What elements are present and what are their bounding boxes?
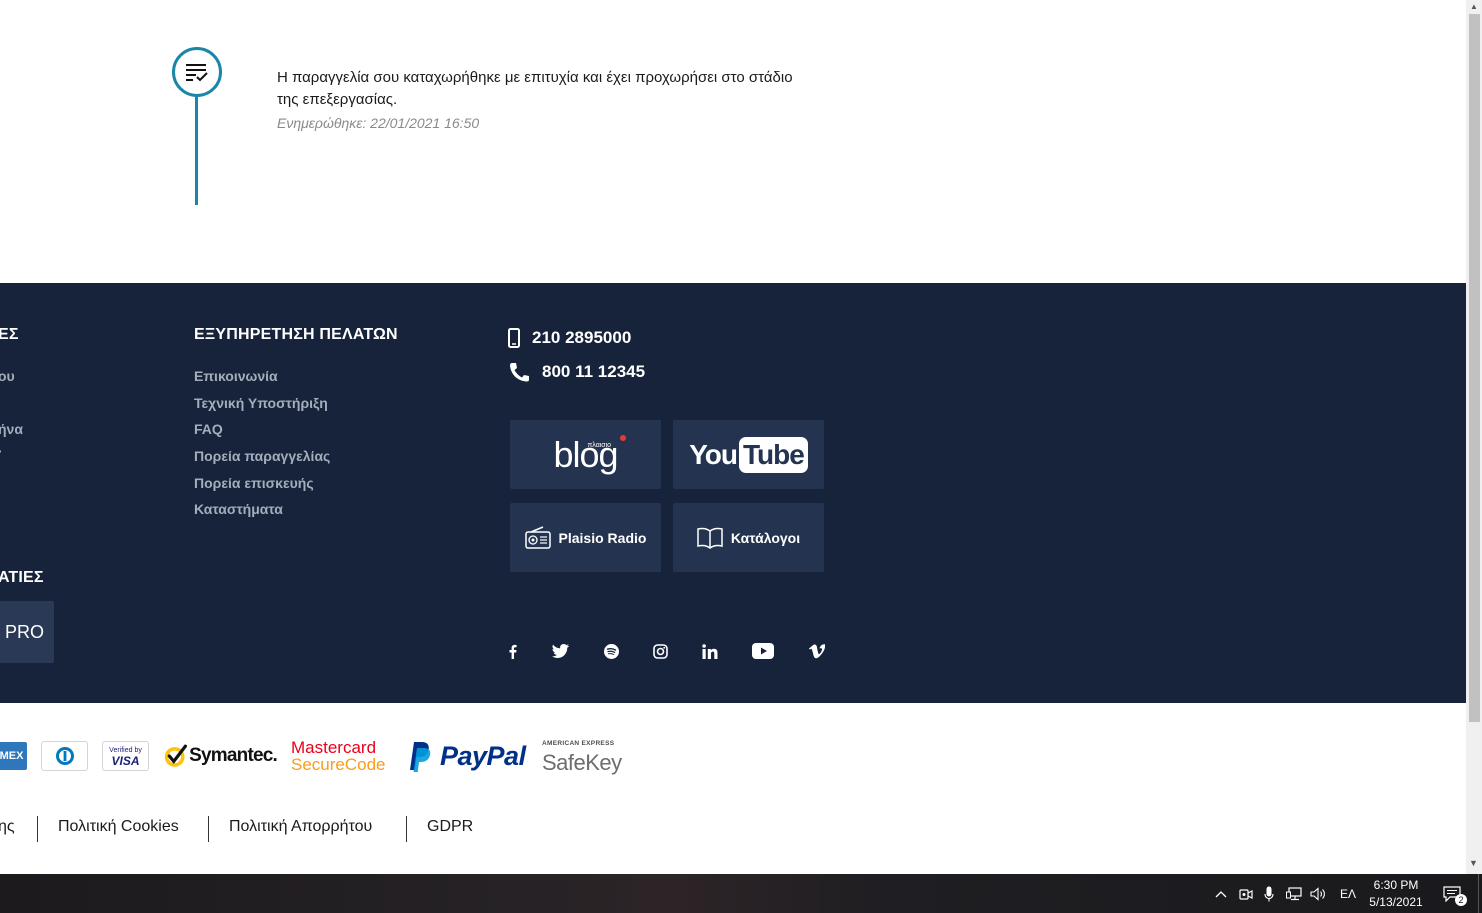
footer-link-repair-tracking[interactable]: Πορεία επισκευής — [194, 475, 314, 491]
plaisio-radio-label: Plaisio Radio — [558, 529, 647, 546]
radio-icon — [524, 525, 551, 549]
youtube-icon[interactable] — [750, 641, 776, 661]
safekey-text: SafeKey — [542, 750, 622, 775]
symantec-check-icon — [164, 744, 188, 767]
blog-logo: πλαισιο blog — [553, 434, 627, 473]
scroll-down-arrow-icon[interactable]: ▼ — [1469, 858, 1478, 868]
paypal-logo: PayPal — [404, 738, 530, 774]
input-language-indicator[interactable]: ΕΛ — [1336, 874, 1360, 913]
phone-mobile[interactable]: 210 2895000 — [508, 328, 631, 348]
safekey-amex-text: AMERICAN EXPRESS — [542, 740, 615, 747]
microphone-icon[interactable] — [1261, 874, 1277, 913]
mastercard-text: Mastercard — [291, 738, 377, 757]
footer-col1-heading: ΕΣ — [0, 326, 19, 343]
footer-link-faq[interactable]: FAQ — [194, 421, 223, 437]
volume-icon[interactable] — [1308, 874, 1328, 913]
windows-taskbar: ΕΛ 6:30 PM 5/13/2021 2 — [0, 874, 1482, 913]
symantec-text: Symantec. — [189, 745, 278, 766]
blog-dot — [620, 434, 627, 441]
site-footer: ΕΣ ου ήνα · ΑΤΙΕΣ PRO ΕΞΥΠΗΡΕΤΗΣΗ ΠΕΛΑΤΩ… — [0, 283, 1466, 703]
order-list-check-icon — [172, 47, 222, 97]
diners-logo — [41, 738, 88, 774]
verified-by-visa-box: Verified by VISA — [102, 741, 149, 771]
scroll-up-arrow-icon[interactable]: ▲ — [1470, 2, 1478, 11]
facebook-icon[interactable] — [506, 641, 520, 661]
legal-separator — [208, 816, 209, 842]
footer-link-stores[interactable]: Καταστήματα — [194, 501, 283, 517]
youtube-logo: You Tube — [689, 436, 808, 473]
clock-date: 5/13/2021 — [1369, 895, 1423, 909]
phone-mobile-number: 210 2895000 — [532, 328, 632, 347]
show-desktop-button[interactable] — [1478, 874, 1482, 913]
show-hidden-icons-chevron-icon[interactable] — [1212, 874, 1230, 913]
phone-landline-number: 800 11 12345 — [542, 362, 646, 381]
youtube-logo-you: You — [689, 438, 738, 470]
legal-separator — [37, 816, 38, 842]
legal-link-terms[interactable]: ης — [0, 818, 15, 836]
vimeo-icon[interactable] — [806, 641, 826, 661]
network-icon[interactable] — [1284, 874, 1304, 913]
amex-safekey-logo: AMERICAN EXPRESS SafeKey — [542, 738, 637, 775]
order-tracking-page: Η παραγγελία σου καταχωρήθηκε με επιτυχί… — [0, 0, 1466, 874]
blog-tile[interactable]: πλαισιο blog — [510, 420, 661, 489]
phone-landline[interactable]: 800 11 12345 — [508, 362, 645, 382]
legal-separator — [406, 816, 407, 842]
open-book-icon — [697, 527, 723, 549]
legal-link-cookies[interactable]: Πολιτική Cookies — [58, 818, 179, 836]
linkedin-icon[interactable] — [700, 641, 720, 661]
youtube-tile[interactable]: You Tube — [673, 420, 824, 489]
diners-club-icon — [41, 741, 88, 771]
footer-col1-link[interactable]: · — [0, 443, 3, 459]
meet-now-icon[interactable] — [1237, 874, 1255, 913]
youtube-logo-tube: Tube — [739, 436, 808, 473]
mastercard-securecode-logo: Mastercard SecureCode — [291, 738, 391, 774]
catalogs-label: Κατάλογοι — [730, 529, 801, 546]
footer-link-tech-support[interactable]: Τεχνική Υποστήριξη — [194, 395, 328, 411]
pro-button[interactable]: PRO — [0, 601, 54, 663]
phone-handset-icon — [510, 363, 529, 382]
taskbar-clock[interactable]: 6:30 PM 5/13/2021 — [1360, 877, 1432, 911]
twitter-icon[interactable] — [550, 641, 570, 661]
mobile-phone-icon — [508, 328, 520, 348]
notification-count-badge: 2 — [1455, 894, 1467, 906]
scrollbar-thumb[interactable] — [1469, 14, 1480, 722]
timeline-line — [195, 96, 198, 205]
spotify-icon[interactable] — [601, 641, 621, 661]
amex-logo: MEX — [0, 738, 27, 774]
symantec-logo: Symantec. — [163, 738, 278, 774]
catalogs-tile[interactable]: Κατάλογοι — [673, 503, 824, 572]
footer-link-contact[interactable]: Επικοινωνία — [194, 368, 278, 384]
footer-col1-link[interactable]: ου — [0, 368, 15, 384]
amex-logo-text: MEX — [0, 742, 27, 770]
visa-text: VISA — [111, 754, 140, 768]
footer-link-order-tracking[interactable]: Πορεία παραγγελίας — [194, 448, 330, 464]
plaisio-radio-tile[interactable]: Plaisio Radio — [510, 503, 661, 572]
verified-by-visa-logo: Verified by VISA — [102, 738, 149, 774]
paypal-p-icon — [410, 742, 431, 772]
action-center-notification-icon[interactable]: 2 — [1438, 874, 1467, 913]
blog-logo-small: πλαισιο — [587, 441, 612, 449]
customer-service-heading: ΕΞΥΠΗΡΕΤΗΣΗ ΠΕΛΑΤΩΝ — [194, 326, 398, 343]
securecode-text: SecureCode — [291, 755, 386, 774]
footer-col1-link[interactable]: ήνα — [0, 421, 23, 437]
clock-time: 6:30 PM — [1373, 878, 1419, 892]
paypal-text: PayPal — [440, 740, 526, 771]
order-status-updated: Ενημερώθηκε: 22/01/2021 16:50 — [277, 115, 480, 131]
footer-partnerships-heading: ΑΤΙΕΣ — [0, 569, 44, 586]
legal-link-gdpr[interactable]: GDPR — [427, 818, 473, 836]
legal-link-privacy[interactable]: Πολιτική Απορρήτου — [229, 818, 372, 836]
instagram-icon[interactable] — [650, 641, 670, 661]
order-status-message: Η παραγγελία σου καταχωρήθηκε με επιτυχί… — [277, 69, 793, 108]
